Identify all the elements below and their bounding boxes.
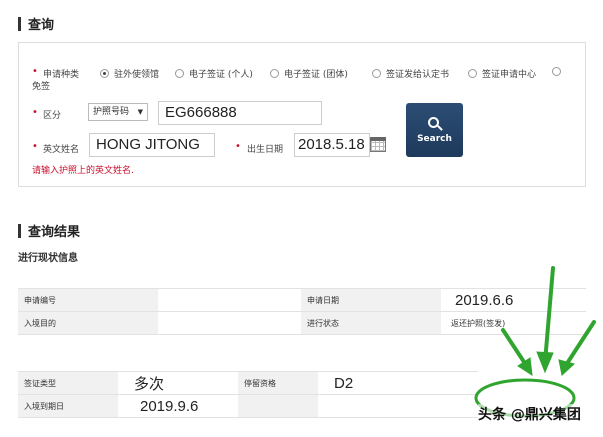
annotation-overlay [474, 266, 596, 418]
arrow-head-icon [558, 359, 576, 376]
watermark: 头条 @鼎兴集团 [478, 404, 581, 424]
annotation-arrow-right [564, 320, 596, 367]
annotation-arrow-center [543, 266, 555, 364]
arrow-head-icon [536, 351, 554, 374]
